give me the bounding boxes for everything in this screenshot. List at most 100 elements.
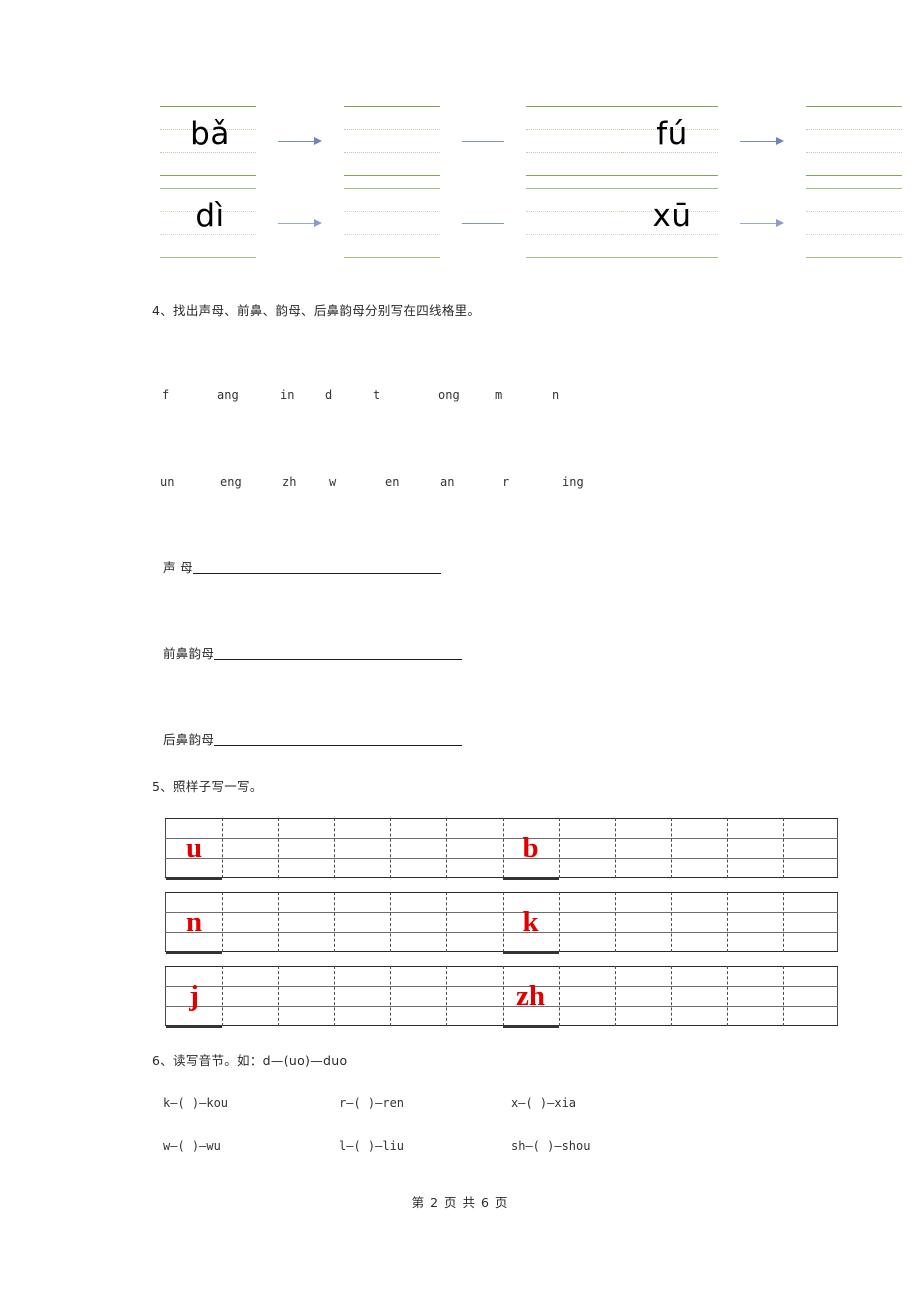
arrow-head bbox=[776, 136, 784, 145]
grid-line-bottom bbox=[806, 257, 902, 258]
arrow-head bbox=[314, 218, 322, 227]
grid-line-dotted-upper bbox=[526, 129, 622, 130]
writing-grid-row[interactable]: ub bbox=[165, 818, 838, 880]
grid-line-bottom bbox=[526, 175, 622, 176]
letter-token: ang bbox=[217, 388, 239, 402]
pinyin-box-source: xū bbox=[622, 188, 718, 258]
grid-line-dotted-upper bbox=[344, 211, 440, 212]
grid-vline bbox=[446, 818, 448, 878]
syllable-item: k—( )—kou bbox=[163, 1096, 229, 1110]
grid-vline bbox=[614, 818, 616, 878]
worksheet-page: bǎ fú dì xū 4、找出声母、前鼻、韵母、后鼻韵母分别写在四线格里。 f… bbox=[0, 0, 920, 1302]
answer-label: 前鼻韵母 bbox=[163, 646, 215, 661]
pinyin-box-source: dì bbox=[160, 188, 256, 258]
grid-line-top bbox=[806, 188, 902, 189]
grid-line-top bbox=[160, 106, 256, 107]
grid-vline bbox=[726, 892, 728, 952]
pinyin-box-blank[interactable] bbox=[806, 106, 902, 176]
grid-line-dotted-upper bbox=[806, 129, 902, 130]
model-cell-underline bbox=[502, 951, 559, 954]
letter-token: en bbox=[385, 475, 400, 489]
arrow-right-icon bbox=[278, 135, 322, 147]
grid-vline bbox=[782, 966, 784, 1026]
grid-vline bbox=[334, 818, 336, 878]
pinyin-box-blank[interactable] bbox=[344, 106, 440, 176]
answer-row-qianbiyunmu: 前鼻韵母 bbox=[163, 643, 463, 662]
pinyin-group-left: bǎ bbox=[160, 106, 622, 176]
grid-vline bbox=[278, 818, 280, 878]
grid-vline bbox=[390, 892, 392, 952]
grid-vline bbox=[670, 818, 672, 878]
letter-token: ing bbox=[562, 475, 584, 489]
letter-token: w bbox=[329, 475, 337, 489]
grid-vline bbox=[726, 818, 728, 878]
arrow-shaft bbox=[278, 140, 316, 142]
pinyin-row: dì xū bbox=[160, 182, 902, 264]
pinyin-box-blank[interactable] bbox=[526, 106, 622, 176]
arrow-shaft bbox=[740, 140, 778, 142]
grid-vline bbox=[222, 818, 224, 878]
grid-hline-top bbox=[165, 818, 838, 819]
model-letter: j bbox=[189, 979, 199, 1012]
arrow-right-icon bbox=[740, 135, 784, 147]
grid-vline bbox=[446, 892, 448, 952]
syllable-item: r—( )—ren bbox=[339, 1096, 405, 1110]
grid-vline bbox=[390, 966, 392, 1026]
model-cell-underline bbox=[166, 1025, 223, 1028]
grid-hline-mid1 bbox=[165, 838, 838, 839]
syllable-line-2: w—( )—wu l—( )—liu sh—( )—shou bbox=[163, 1139, 590, 1153]
letters-row-2: un eng zh w en an r ing bbox=[160, 475, 584, 489]
grid-vline bbox=[614, 966, 616, 1026]
grid-hline-mid1 bbox=[165, 912, 838, 913]
arrow-right-icon bbox=[740, 217, 784, 229]
letter-token: n bbox=[552, 388, 560, 402]
grid-line-dotted-upper bbox=[526, 211, 622, 212]
grid-line-dotted-lower bbox=[526, 152, 622, 153]
model-letter: k bbox=[522, 905, 539, 938]
grid-line-top bbox=[622, 106, 718, 107]
letter-token: t bbox=[373, 388, 381, 402]
pinyin-box-source: fú bbox=[622, 106, 718, 176]
writing-grid-row[interactable]: j zh bbox=[165, 966, 838, 1028]
grid-line-bottom bbox=[622, 257, 718, 258]
question-4-heading: 4、找出声母、前鼻、韵母、后鼻韵母分别写在四线格里。 bbox=[152, 303, 481, 318]
grid-vline bbox=[222, 892, 224, 952]
writing-grid-row[interactable]: nk bbox=[165, 892, 838, 954]
answer-blank-line[interactable] bbox=[192, 573, 441, 574]
letter-token: zh bbox=[282, 475, 297, 489]
pinyin-exercise-section: bǎ fú dì xū bbox=[160, 100, 902, 264]
model-cell-underline bbox=[502, 877, 559, 880]
answer-blank-line[interactable] bbox=[214, 745, 463, 746]
pinyin-box-blank[interactable] bbox=[344, 188, 440, 258]
grid-line-top bbox=[344, 106, 440, 107]
arrow-head bbox=[314, 136, 322, 145]
grid-line-dotted-lower bbox=[806, 152, 902, 153]
syllable-line-1: k—( )—kou r—( )—ren x—( )—xia bbox=[163, 1096, 576, 1110]
question-5-heading: 5、照样子写一写。 bbox=[152, 779, 263, 794]
syllable-item: w—( )—wu bbox=[163, 1139, 221, 1153]
grid-vline bbox=[558, 966, 560, 1026]
grid-line-bottom bbox=[526, 257, 622, 258]
answer-row-houbiyunmu: 后鼻韵母 bbox=[163, 729, 463, 748]
grid-vline bbox=[390, 818, 392, 878]
grid-vline bbox=[558, 818, 560, 878]
answer-row-shengmu: 声 母 bbox=[163, 557, 441, 576]
pinyin-box-source: bǎ bbox=[160, 106, 256, 176]
grid-line-top bbox=[344, 188, 440, 189]
letter-token: un bbox=[160, 475, 175, 489]
pinyin-box-blank[interactable] bbox=[526, 188, 622, 258]
letter-token: an bbox=[440, 475, 455, 489]
pinyin-syllable: dì bbox=[195, 197, 225, 234]
grid-line-top bbox=[806, 106, 902, 107]
grid-line-bottom bbox=[160, 257, 256, 258]
grid-hline-bottom bbox=[165, 877, 838, 878]
answer-blank-line[interactable] bbox=[214, 659, 463, 660]
letter-token: eng bbox=[220, 475, 242, 489]
grid-line-bottom bbox=[622, 175, 718, 176]
model-letter: u bbox=[185, 831, 203, 864]
connector-dash bbox=[462, 140, 504, 142]
letters-row-1: f ang in d t ong m n bbox=[162, 388, 559, 402]
pinyin-box-blank[interactable] bbox=[806, 188, 902, 258]
grid-line-bottom bbox=[160, 175, 256, 176]
letter-token: r bbox=[502, 475, 510, 489]
